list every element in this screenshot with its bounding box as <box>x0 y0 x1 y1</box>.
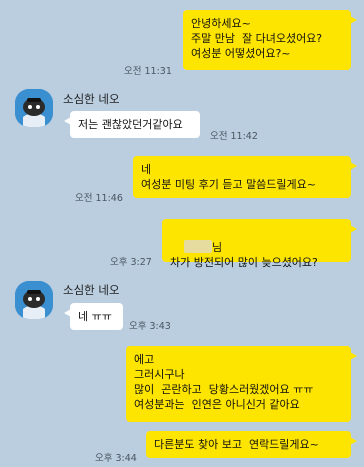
message-time: 오후 3:27 <box>110 257 152 268</box>
redacted-name <box>184 240 212 253</box>
outgoing-message-3[interactable]: 님 차가 방전되어 많이 늦으셨어요? <box>162 219 357 269</box>
message-time: 오전 11:31 <box>124 66 172 77</box>
sender-name: 소심한 네오 <box>63 283 120 297</box>
chat-room: 안녕하세요~ 주말 만남 잘 다녀오셨어요? 여성분 어떻셨어요?~ 오전 11… <box>0 0 364 467</box>
incoming-message-1[interactable]: 저는 괜찮았던거같아요 <box>64 111 200 138</box>
outgoing-message-1[interactable]: 안녕하세요~ 주말 만남 잘 다녀오셨어요? 여성분 어떻셨어요?~ <box>183 10 357 70</box>
neo-avatar-icon <box>15 89 53 127</box>
message-time: 오전 11:42 <box>210 131 258 142</box>
sender-name: 소심한 네오 <box>63 92 120 106</box>
message-time: 오전 11:46 <box>75 193 123 204</box>
neo-avatar-icon <box>15 281 53 319</box>
message-time: 오후 3:43 <box>129 321 171 332</box>
name-suffix: 님 <box>212 241 223 254</box>
outgoing-message-4[interactable]: 에고 그러시구나 많이 곤란하고 당황스러웠겠어요 ㅠㅠ 여성분과는 인연은 아… <box>126 346 357 422</box>
avatar[interactable] <box>15 281 53 319</box>
avatar[interactable] <box>15 89 53 127</box>
message-text: 차가 방전되어 많이 늦으셨어요? <box>170 256 318 269</box>
incoming-message-2[interactable]: 네 ㅠㅠ <box>64 303 123 330</box>
outgoing-message-2[interactable]: 네 여성분 미팅 후기 듣고 말씀드릴게요~ <box>133 156 357 198</box>
outgoing-message-5[interactable]: 다른분도 찾아 보고 연락드릴게요~ <box>146 431 357 458</box>
message-time: 오후 3:44 <box>95 453 137 464</box>
